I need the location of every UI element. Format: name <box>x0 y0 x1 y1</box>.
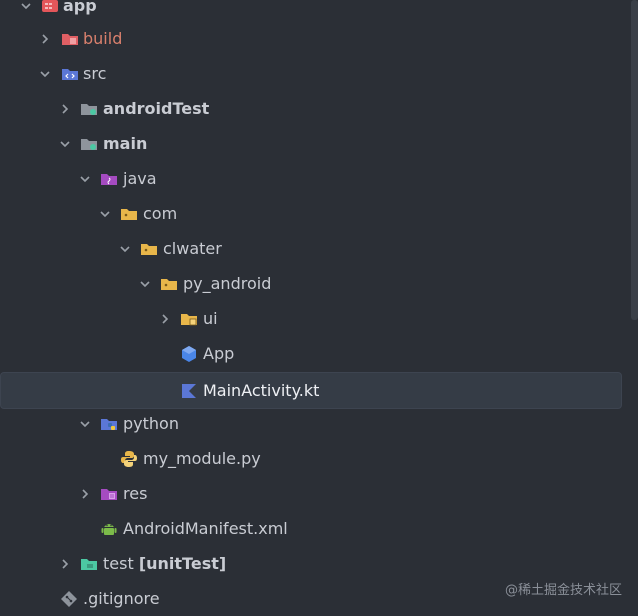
chevron-down-icon[interactable] <box>18 0 34 23</box>
python-folder-icon <box>99 406 119 441</box>
excluded-folder-icon <box>60 21 80 56</box>
tree-item-label: src <box>83 64 107 83</box>
tree-item-label: test [unitTest] <box>103 546 226 581</box>
tree-item-mainactivity[interactable]: MainActivity.kt <box>0 372 622 409</box>
chevron-down-icon[interactable] <box>77 161 93 196</box>
chevron-right-icon[interactable] <box>37 21 53 56</box>
tree-item-src[interactable]: src <box>0 56 626 91</box>
git-icon <box>59 581 79 616</box>
source-folder-icon <box>60 56 80 91</box>
tree-item-label: AndroidManifest.xml <box>123 519 288 538</box>
tree-item-app-class[interactable]: App <box>0 336 626 371</box>
java-source-folder-icon <box>99 161 119 196</box>
tree-item-label: .gitignore <box>83 589 160 608</box>
tree-item-label: ui <box>203 309 218 328</box>
tree-item-java[interactable]: java <box>0 161 626 196</box>
project-tree: app build src androidTest main java com <box>0 0 630 616</box>
folder-icon <box>79 91 99 126</box>
tree-item-build[interactable]: build <box>0 21 626 56</box>
module-folder-icon <box>40 0 60 23</box>
resources-folder-icon <box>99 476 119 511</box>
watermark: @稀土掘金技术社区 <box>504 583 622 598</box>
android-icon <box>99 511 119 546</box>
package-icon <box>179 301 199 336</box>
tree-item-label: main <box>103 134 148 153</box>
tree-item-androidtest[interactable]: androidTest <box>0 91 626 126</box>
tree-item-label: res <box>123 484 148 503</box>
chevron-down-icon[interactable] <box>117 231 133 266</box>
tree-item-label: java <box>123 169 157 188</box>
chevron-down-icon[interactable] <box>77 406 93 441</box>
tree-item-label: MainActivity.kt <box>203 381 320 400</box>
tree-item-label: build <box>83 29 123 48</box>
tree-item-py-android[interactable]: py_android <box>0 266 626 301</box>
folder-icon <box>79 126 99 161</box>
tree-item-app[interactable]: app <box>0 0 626 23</box>
chevron-right-icon[interactable] <box>77 476 93 511</box>
tree-item-test[interactable]: test [unitTest] <box>0 546 626 581</box>
tree-item-clwater[interactable]: clwater <box>0 231 626 266</box>
package-icon <box>139 231 159 266</box>
tree-item-label: python <box>123 414 179 433</box>
test-folder-icon <box>79 546 99 581</box>
python-file-icon <box>119 441 139 476</box>
tree-item-res[interactable]: res <box>0 476 626 511</box>
tree-item-label: py_android <box>183 274 272 293</box>
chevron-down-icon[interactable] <box>97 196 113 231</box>
tree-item-label: com <box>143 204 178 223</box>
tree-item-label: androidTest <box>103 99 210 118</box>
tree-item-label: clwater <box>163 239 222 258</box>
tree-item-label-suffix: [unitTest] <box>138 554 227 573</box>
tree-item-my-module[interactable]: my_module.py <box>0 441 626 476</box>
tree-item-label-name: test <box>103 554 134 573</box>
chevron-right-icon[interactable] <box>57 546 73 581</box>
kotlin-class-icon <box>179 336 199 371</box>
tree-item-python[interactable]: python <box>0 406 626 441</box>
chevron-down-icon[interactable] <box>57 126 73 161</box>
chevron-right-icon[interactable] <box>157 301 173 336</box>
tree-item-label: app <box>63 0 97 15</box>
tree-item-androidmanifest[interactable]: AndroidManifest.xml <box>0 511 626 546</box>
chevron-right-icon[interactable] <box>57 91 73 126</box>
package-icon <box>159 266 179 301</box>
chevron-down-icon[interactable] <box>137 266 153 301</box>
tree-item-com[interactable]: com <box>0 196 626 231</box>
tree-item-label: App <box>203 344 235 363</box>
tree-item-ui[interactable]: ui <box>0 301 626 336</box>
chevron-down-icon[interactable] <box>37 56 53 91</box>
package-icon <box>119 196 139 231</box>
tree-item-main[interactable]: main <box>0 126 626 161</box>
kotlin-file-icon <box>179 373 199 408</box>
tree-item-label: my_module.py <box>143 449 261 468</box>
vertical-scrollbar[interactable] <box>631 0 638 320</box>
